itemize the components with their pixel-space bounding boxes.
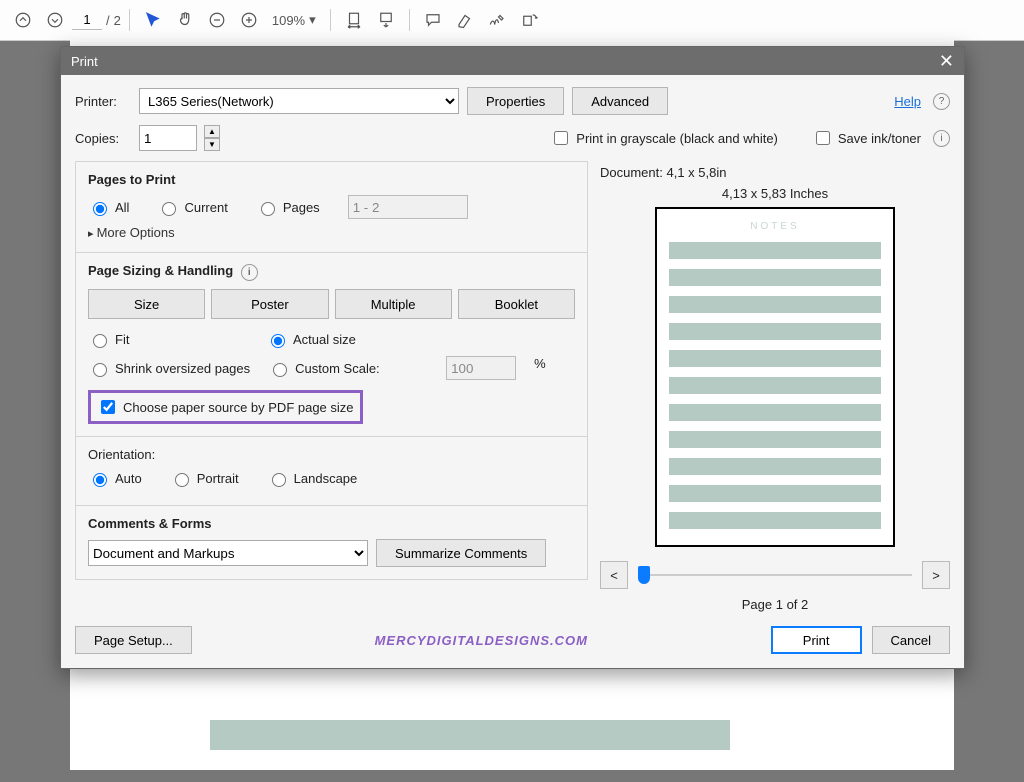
next-page-button[interactable]: > (922, 561, 950, 589)
choose-paper-checkbox[interactable]: Choose paper source by PDF page size (97, 397, 354, 417)
pages-current-radio[interactable]: Current (157, 199, 227, 216)
pages-range-input[interactable] (348, 195, 468, 219)
fit-page-icon[interactable] (371, 5, 401, 35)
page-slider[interactable] (638, 574, 912, 576)
info-icon[interactable]: i (241, 264, 258, 281)
poster-button[interactable]: Poster (211, 289, 328, 319)
print-button[interactable]: Print (771, 626, 862, 654)
app-toolbar: / 2 109% ▾ (0, 0, 1024, 41)
select-tool-icon[interactable] (138, 5, 168, 35)
doc-size-label: Document: 4,1 x 5,8in (600, 165, 950, 180)
sizing-title: Page Sizing & Handling i (88, 263, 575, 281)
size-button[interactable]: Size (88, 289, 205, 319)
orientation-label: Orientation: (88, 447, 575, 462)
comments-panel: Comments & Forms Document and Markups Su… (75, 506, 588, 580)
fit-radio[interactable]: Fit (88, 331, 248, 348)
zoom-out-icon[interactable] (202, 5, 232, 35)
prev-page-button[interactable]: < (600, 561, 628, 589)
page-indicator: / 2 (72, 10, 121, 30)
copies-spinner[interactable]: ▲▼ (204, 125, 220, 151)
preview-page-label: Page 1 of 2 (600, 597, 950, 612)
summarize-button[interactable]: Summarize Comments (376, 539, 546, 567)
comment-icon[interactable] (418, 5, 448, 35)
page-sep: / (106, 13, 110, 28)
highlight-icon[interactable] (450, 5, 480, 35)
multiple-button[interactable]: Multiple (335, 289, 452, 319)
printer-select[interactable]: L365 Series(Network) (139, 88, 459, 114)
grayscale-checkbox[interactable]: Print in grayscale (black and white) (550, 128, 778, 148)
zoom-level[interactable]: 109% ▾ (266, 12, 322, 28)
booklet-button[interactable]: Booklet (458, 289, 575, 319)
properties-button[interactable]: Properties (467, 87, 564, 115)
orient-auto-radio[interactable]: Auto (88, 470, 142, 487)
preview-notes-heading: NOTES (669, 221, 881, 232)
page-total: 2 (114, 13, 121, 28)
printer-label: Printer: (75, 94, 131, 109)
zoom-value: 109% (272, 13, 305, 28)
cancel-button[interactable]: Cancel (872, 626, 950, 654)
pages-title: Pages to Print (88, 172, 575, 187)
preview-column: Document: 4,1 x 5,8in 4,13 x 5,83 Inches… (600, 161, 950, 612)
zoom-in-icon[interactable] (234, 5, 264, 35)
close-icon[interactable]: ✕ (939, 51, 954, 72)
copies-input[interactable] (139, 125, 197, 151)
custom-scale-input[interactable] (446, 356, 516, 380)
help-link[interactable]: Help (894, 94, 921, 109)
choose-paper-source-highlight: Choose paper source by PDF page size (88, 390, 363, 424)
comments-select[interactable]: Document and Markups (88, 540, 368, 566)
advanced-button[interactable]: Advanced (572, 87, 668, 115)
orientation-panel: Orientation: Auto Portrait Landscape (75, 437, 588, 506)
custom-scale-radio[interactable]: Custom Scale: (268, 356, 428, 380)
page-preview: NOTES (655, 207, 895, 547)
print-dialog: Print ✕ Printer: L365 Series(Network) Pr… (60, 46, 965, 669)
arrow-up-circle-icon[interactable] (8, 5, 38, 35)
slider-thumb[interactable] (638, 566, 650, 584)
dialog-titlebar: Print ✕ (61, 47, 964, 75)
page-setup-button[interactable]: Page Setup... (75, 626, 192, 654)
chevron-down-icon: ▾ (309, 12, 316, 28)
sizing-panel: Page Sizing & Handling i Size Poster Mul… (75, 253, 588, 437)
rotate-icon[interactable] (514, 5, 544, 35)
help-icon[interactable]: ? (933, 93, 950, 110)
comments-title: Comments & Forms (88, 516, 575, 531)
watermark-text: MERCYDIGITALDESIGNS.COM (375, 633, 588, 648)
hand-tool-icon[interactable] (170, 5, 200, 35)
pages-range-radio[interactable]: Pages (256, 199, 320, 216)
save-ink-checkbox[interactable]: Save ink/toner (812, 128, 921, 148)
orient-portrait-radio[interactable]: Portrait (170, 470, 239, 487)
info-icon[interactable]: i (933, 130, 950, 147)
percent-label: % (534, 356, 546, 380)
pages-to-print-panel: Pages to Print All Current Pages More Op… (75, 161, 588, 253)
more-options-toggle[interactable]: More Options (88, 225, 575, 240)
page-current-input[interactable] (72, 10, 102, 30)
dialog-title: Print (71, 54, 98, 69)
arrow-down-circle-icon[interactable] (40, 5, 70, 35)
copies-label: Copies: (75, 131, 131, 146)
sign-icon[interactable] (482, 5, 512, 35)
fit-width-icon[interactable] (339, 5, 369, 35)
shrink-radio[interactable]: Shrink oversized pages (88, 356, 250, 380)
orient-landscape-radio[interactable]: Landscape (267, 470, 358, 487)
paper-dim-label: 4,13 x 5,83 Inches (600, 186, 950, 201)
actual-radio[interactable]: Actual size (266, 331, 426, 348)
pages-all-radio[interactable]: All (88, 199, 129, 216)
